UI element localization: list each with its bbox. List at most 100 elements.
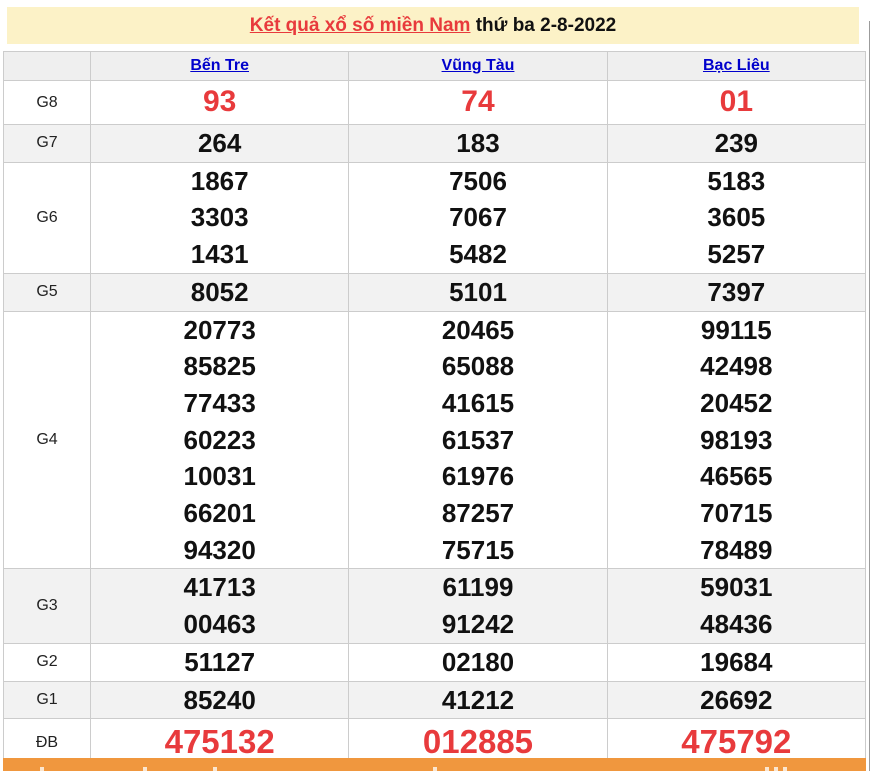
- prize-cell: 7506 7067 5482: [349, 162, 607, 273]
- prize-number: 99115: [608, 312, 865, 349]
- title-link[interactable]: Kết quả xổ số miền Nam: [250, 15, 471, 36]
- clipped-glyph-artifact: [213, 767, 217, 771]
- page-title: Kết quả xổ số miền Nam thứ ba 2-8-2022: [7, 7, 859, 44]
- prize-cell: 61199 91242: [349, 569, 607, 643]
- prize-number: 8052: [91, 274, 348, 311]
- prize-number: 5257: [608, 236, 865, 273]
- prize-number: 20465: [349, 312, 606, 349]
- prize-number: 41713: [91, 569, 348, 606]
- prize-cell: 85240: [91, 681, 349, 719]
- table-row-g7: G7 264 183 239: [4, 125, 866, 163]
- prize-number: 75715: [349, 532, 606, 569]
- prize-number: 48436: [608, 606, 865, 643]
- prize-number: 01: [608, 84, 865, 121]
- row-label-g5: G5: [4, 273, 91, 311]
- title-date: thứ ba 2-8-2022: [470, 15, 616, 36]
- prize-number: 3605: [608, 199, 865, 236]
- prize-number: 61537: [349, 422, 606, 459]
- prize-number: 3303: [91, 199, 348, 236]
- prize-number: 61199: [349, 569, 606, 606]
- prize-number: 5183: [608, 163, 865, 200]
- prize-cell: 93: [91, 81, 349, 125]
- clipped-glyph-artifact: [40, 767, 44, 771]
- row-label-g4: G4: [4, 311, 91, 569]
- prize-number: 1431: [91, 236, 348, 273]
- prize-cell: 74: [349, 81, 607, 125]
- prize-number: 85825: [91, 348, 348, 385]
- prize-number: 183: [349, 125, 606, 162]
- province-link-vungtau[interactable]: Vũng Tàu: [442, 57, 515, 74]
- prize-number: 78489: [608, 532, 865, 569]
- prize-cell: 99115 42498 20452 98193 46565 70715 7848…: [607, 311, 865, 569]
- prize-number: 93: [91, 84, 348, 121]
- prize-number: 264: [91, 125, 348, 162]
- prize-cell: 41713 00463: [91, 569, 349, 643]
- clipped-glyph-artifact: [765, 767, 769, 771]
- prize-cell: 183: [349, 125, 607, 163]
- prize-number: 1867: [91, 163, 348, 200]
- prize-number: 74: [349, 84, 606, 121]
- prize-number: 00463: [91, 606, 348, 643]
- prize-number: 41615: [349, 385, 606, 422]
- next-section-header-clipped: [3, 758, 866, 771]
- prize-number: 98193: [608, 422, 865, 459]
- province-link-baclieu[interactable]: Bạc Liêu: [703, 57, 770, 74]
- prize-number: 5101: [349, 274, 606, 311]
- table-row-g2: G2 51127 02180 19684: [4, 643, 866, 681]
- prize-number: 7506: [349, 163, 606, 200]
- prize-number: 239: [608, 125, 865, 162]
- prize-cell: 51127: [91, 643, 349, 681]
- clipped-glyph-artifact: [143, 767, 147, 771]
- clipped-glyph-artifact: [433, 767, 437, 771]
- row-label-g2: G2: [4, 643, 91, 681]
- prize-number: 475792: [608, 724, 865, 761]
- prize-number: 46565: [608, 458, 865, 495]
- table-row-g1: G1 85240 41212 26692: [4, 681, 866, 719]
- prize-number: 94320: [91, 532, 348, 569]
- column-header-vungtau: Vũng Tàu: [349, 52, 607, 81]
- prize-number: 66201: [91, 495, 348, 532]
- table-header-row: Bến Tre Vũng Tàu Bạc Liêu: [4, 52, 866, 81]
- table-row-g5: G5 8052 5101 7397: [4, 273, 866, 311]
- prize-number: 20773: [91, 312, 348, 349]
- row-label-g6: G6: [4, 162, 91, 273]
- prize-number: 51127: [91, 644, 348, 681]
- prize-cell: 41212: [349, 681, 607, 719]
- prize-number: 7397: [608, 274, 865, 311]
- prize-cell: 7397: [607, 273, 865, 311]
- table-row-g4: G4 20773 85825 77433 60223 10031 66201 9…: [4, 311, 866, 569]
- table-row-g6: G6 1867 3303 1431 7506 7067 5482 5183 36…: [4, 162, 866, 273]
- prize-number: 42498: [608, 348, 865, 385]
- prize-cell: 20465 65088 41615 61537 61976 87257 7571…: [349, 311, 607, 569]
- prize-cell: 20773 85825 77433 60223 10031 66201 9432…: [91, 311, 349, 569]
- prize-number: 60223: [91, 422, 348, 459]
- prize-number: 59031: [608, 569, 865, 606]
- row-label-g8: G8: [4, 81, 91, 125]
- row-label-g3: G3: [4, 569, 91, 643]
- prize-number: 61976: [349, 458, 606, 495]
- prize-number: 91242: [349, 606, 606, 643]
- corner-cell: [4, 52, 91, 81]
- prize-cell: 02180: [349, 643, 607, 681]
- prize-cell: 264: [91, 125, 349, 163]
- prize-cell: 239: [607, 125, 865, 163]
- prize-number: 77433: [91, 385, 348, 422]
- prize-cell: 26692: [607, 681, 865, 719]
- prize-number: 20452: [608, 385, 865, 422]
- table-row-g8: G8 93 74 01: [4, 81, 866, 125]
- prize-cell: 59031 48436: [607, 569, 865, 643]
- column-header-baclieu: Bạc Liêu: [607, 52, 865, 81]
- table-row-g3: G3 41713 00463 61199 91242 59031 48436: [4, 569, 866, 643]
- results-table: Bến Tre Vũng Tàu Bạc Liêu G8 93 74 01 G7…: [3, 51, 866, 767]
- prize-number: 012885: [349, 724, 606, 761]
- prize-number: 26692: [608, 682, 865, 719]
- row-label-g1: G1: [4, 681, 91, 719]
- prize-cell: 01: [607, 81, 865, 125]
- row-label-g7: G7: [4, 125, 91, 163]
- prize-cell: 8052: [91, 273, 349, 311]
- province-link-bentre[interactable]: Bến Tre: [190, 57, 249, 74]
- prize-number: 02180: [349, 644, 606, 681]
- prize-number: 5482: [349, 236, 606, 273]
- column-header-bentre: Bến Tre: [91, 52, 349, 81]
- prize-number: 475132: [91, 724, 348, 761]
